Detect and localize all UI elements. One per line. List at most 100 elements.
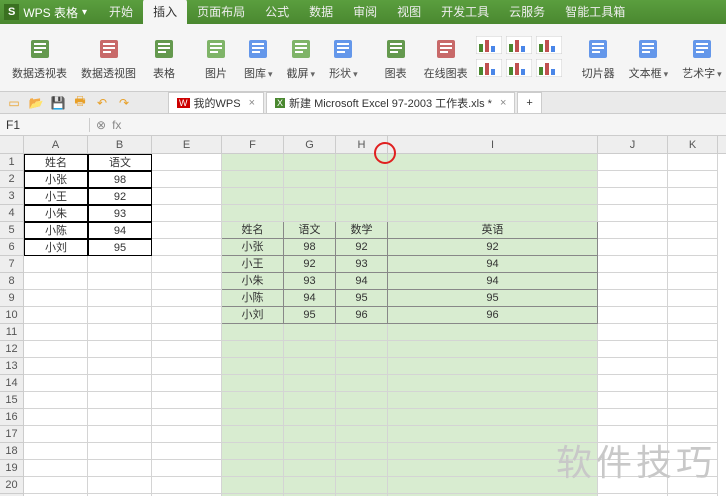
cell[interactable]	[388, 154, 598, 171]
mini-chart-scatter[interactable]	[506, 59, 534, 80]
cell[interactable]	[222, 477, 284, 494]
cell[interactable]	[24, 460, 88, 477]
cell[interactable]: 小王	[24, 188, 88, 205]
cell[interactable]: 94	[284, 290, 336, 307]
cell[interactable]	[152, 290, 222, 307]
cell[interactable]: 95	[336, 290, 388, 307]
menu-tab-1[interactable]: 插入	[143, 0, 187, 24]
cell[interactable]	[88, 460, 152, 477]
col-header-A[interactable]: A	[24, 136, 88, 153]
cell[interactable]	[152, 494, 222, 496]
cell[interactable]	[152, 409, 222, 426]
cell[interactable]	[88, 307, 152, 324]
cell[interactable]: 95	[88, 239, 152, 256]
menu-tab-4[interactable]: 数据	[299, 0, 343, 24]
cell[interactable]	[24, 324, 88, 341]
cell[interactable]: 小朱	[24, 205, 88, 222]
cell[interactable]	[668, 239, 718, 256]
cell[interactable]	[24, 426, 88, 443]
cell[interactable]	[598, 426, 668, 443]
cell[interactable]	[222, 375, 284, 392]
cell[interactable]: 小张	[24, 171, 88, 188]
col-header-J[interactable]: J	[598, 136, 668, 153]
cell[interactable]	[284, 205, 336, 222]
cell[interactable]: 姓名	[222, 222, 284, 239]
cell[interactable]: 94	[336, 273, 388, 290]
cell[interactable]: 小陈	[222, 290, 284, 307]
cell[interactable]	[598, 307, 668, 324]
cell[interactable]	[88, 375, 152, 392]
menu-tab-2[interactable]: 页面布局	[187, 0, 255, 24]
row-header-2[interactable]: 2	[0, 171, 24, 188]
row-header-11[interactable]: 11	[0, 324, 24, 341]
cell[interactable]	[88, 341, 152, 358]
cell[interactable]	[598, 171, 668, 188]
cell[interactable]	[284, 494, 336, 496]
cell[interactable]: 92	[284, 256, 336, 273]
cell[interactable]: 94	[388, 256, 598, 273]
menu-tab-9[interactable]: 智能工具箱	[555, 0, 635, 24]
cell[interactable]	[388, 341, 598, 358]
cell[interactable]: 94	[388, 273, 598, 290]
qat-save[interactable]: 💾	[50, 95, 66, 111]
cell[interactable]	[668, 171, 718, 188]
menu-tab-7[interactable]: 开发工具	[431, 0, 499, 24]
ribbon-pivot-table[interactable]: 数据透视表	[6, 33, 73, 83]
cell[interactable]	[222, 188, 284, 205]
cell[interactable]	[388, 460, 598, 477]
qat-redo[interactable]: ↷	[116, 95, 132, 111]
ribbon-wordart[interactable]: 艺术字▾	[676, 33, 726, 83]
cell[interactable]	[668, 222, 718, 239]
col-header-I[interactable]: I	[388, 136, 598, 153]
cell[interactable]	[88, 290, 152, 307]
cell[interactable]	[388, 409, 598, 426]
cell[interactable]	[222, 341, 284, 358]
cell[interactable]	[598, 409, 668, 426]
row-header-5[interactable]: 5	[0, 222, 24, 239]
cell[interactable]	[88, 273, 152, 290]
cell[interactable]: 小朱	[222, 273, 284, 290]
cell[interactable]	[284, 341, 336, 358]
cell[interactable]: 93	[336, 256, 388, 273]
cell[interactable]	[88, 324, 152, 341]
cell[interactable]	[668, 409, 718, 426]
cell[interactable]	[336, 358, 388, 375]
cell[interactable]: 语文	[284, 222, 336, 239]
cell[interactable]	[388, 426, 598, 443]
cell[interactable]: 姓名	[24, 154, 88, 171]
col-header-H[interactable]: H	[336, 136, 388, 153]
mini-chart-line[interactable]	[536, 36, 564, 57]
cell[interactable]: 96	[336, 307, 388, 324]
ribbon-slicer[interactable]: 切片器	[576, 33, 621, 83]
cell[interactable]	[222, 205, 284, 222]
cell[interactable]	[222, 494, 284, 496]
cell[interactable]: 数学	[336, 222, 388, 239]
cell[interactable]	[88, 409, 152, 426]
cell[interactable]	[88, 477, 152, 494]
cell[interactable]	[668, 273, 718, 290]
cell[interactable]: 语文	[88, 154, 152, 171]
ribbon-shapes[interactable]: 形状▾	[323, 33, 364, 83]
spreadsheet-grid[interactable]: ABEFGHIJK 123456789101112131415161718192…	[0, 136, 726, 496]
cell[interactable]	[668, 290, 718, 307]
row-header-3[interactable]: 3	[0, 188, 24, 205]
cell[interactable]	[668, 205, 718, 222]
cell[interactable]	[336, 341, 388, 358]
ribbon-textbox[interactable]: 文本框▾	[623, 33, 675, 83]
row-header-1[interactable]: 1	[0, 154, 24, 171]
qat-new[interactable]: ▭	[6, 95, 22, 111]
cell[interactable]	[284, 324, 336, 341]
cell[interactable]	[284, 358, 336, 375]
cell[interactable]	[336, 409, 388, 426]
qat-undo[interactable]: ↶	[94, 95, 110, 111]
cell[interactable]: 98	[88, 171, 152, 188]
cell[interactable]	[152, 375, 222, 392]
cell[interactable]	[88, 256, 152, 273]
cell[interactable]	[152, 171, 222, 188]
mini-chart-area[interactable]	[476, 59, 504, 80]
cells-area[interactable]: 姓名语文小张98小王92小朱93小陈94姓名语文数学英语小刘95小张989292…	[24, 154, 718, 496]
cell[interactable]	[284, 392, 336, 409]
cell[interactable]	[598, 188, 668, 205]
cell[interactable]: 96	[388, 307, 598, 324]
close-icon[interactable]: ×	[249, 97, 255, 109]
